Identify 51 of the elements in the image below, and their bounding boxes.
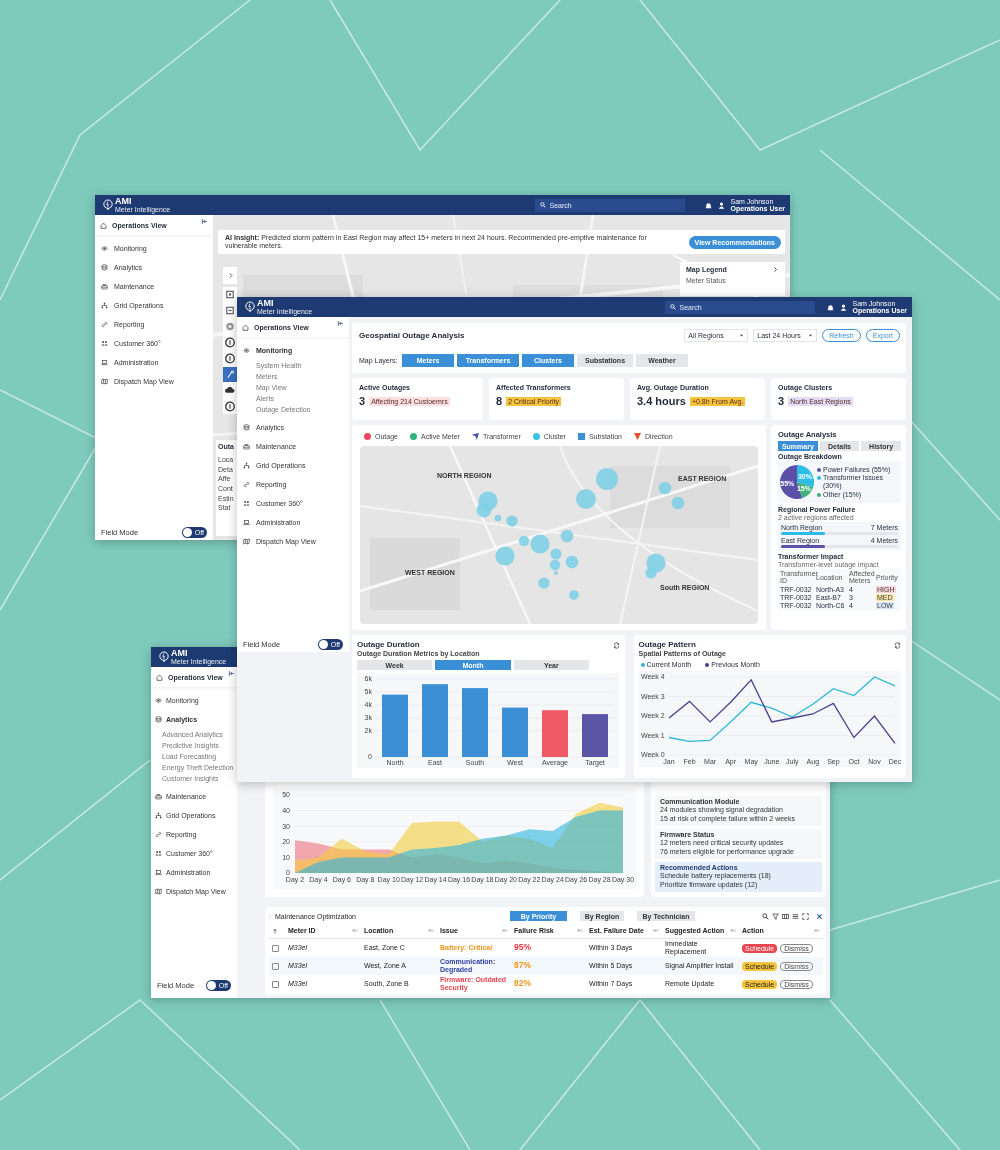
link-icon (155, 831, 162, 838)
refresh-icon[interactable] (612, 642, 620, 649)
toolbox-icon (101, 283, 108, 290)
bar (582, 714, 608, 757)
home-icon (156, 673, 163, 681)
eye-icon (101, 245, 108, 252)
search-icon[interactable] (762, 912, 769, 920)
bar (542, 710, 568, 757)
logo-text: AMI (115, 197, 133, 206)
list-icon[interactable] (792, 912, 799, 920)
row-checkbox[interactable] (272, 944, 279, 952)
row-checkbox[interactable] (272, 980, 279, 988)
toolbox-icon (155, 793, 162, 800)
table-cell: 87% (514, 961, 531, 971)
card-title: Outage Duration (357, 640, 421, 649)
logo-text: AMI (171, 649, 189, 658)
map-icon (101, 378, 108, 385)
laptop-icon (155, 869, 162, 876)
row-checkbox[interactable] (272, 962, 279, 970)
eye-icon (155, 697, 162, 704)
hierarchy-icon (101, 302, 108, 309)
card-title: Outage Pattern (638, 640, 697, 649)
bell-icon[interactable] (826, 303, 834, 311)
bell-icon[interactable] (704, 201, 712, 209)
table-cell: 82% (514, 979, 531, 989)
user-icon[interactable] (839, 303, 847, 311)
collapse-icon[interactable] (201, 217, 208, 225)
link-icon (101, 321, 108, 328)
logo-icon (159, 651, 169, 663)
columns-icon[interactable] (782, 912, 789, 920)
bar (382, 694, 408, 757)
map-icon (155, 888, 162, 895)
logo-icon (103, 199, 113, 211)
database-icon (155, 716, 162, 723)
table-cell: 95% (514, 943, 531, 953)
sort-arrow-icon[interactable] (272, 927, 278, 934)
home-icon (100, 221, 107, 229)
caret-icon (808, 333, 814, 338)
laptop-icon (101, 359, 108, 366)
collapse-icon[interactable] (227, 669, 235, 677)
search-icon (539, 202, 546, 208)
hierarchy-icon (155, 812, 162, 819)
filter-icon[interactable] (772, 912, 779, 920)
fullscreen-icon[interactable] (802, 912, 809, 920)
user-icon[interactable] (717, 201, 725, 209)
refresh-icon[interactable] (894, 642, 901, 649)
bar (462, 688, 488, 757)
bar (502, 707, 528, 757)
close-icon[interactable] (816, 912, 823, 920)
map-icon (243, 538, 250, 545)
database-icon (101, 264, 108, 271)
